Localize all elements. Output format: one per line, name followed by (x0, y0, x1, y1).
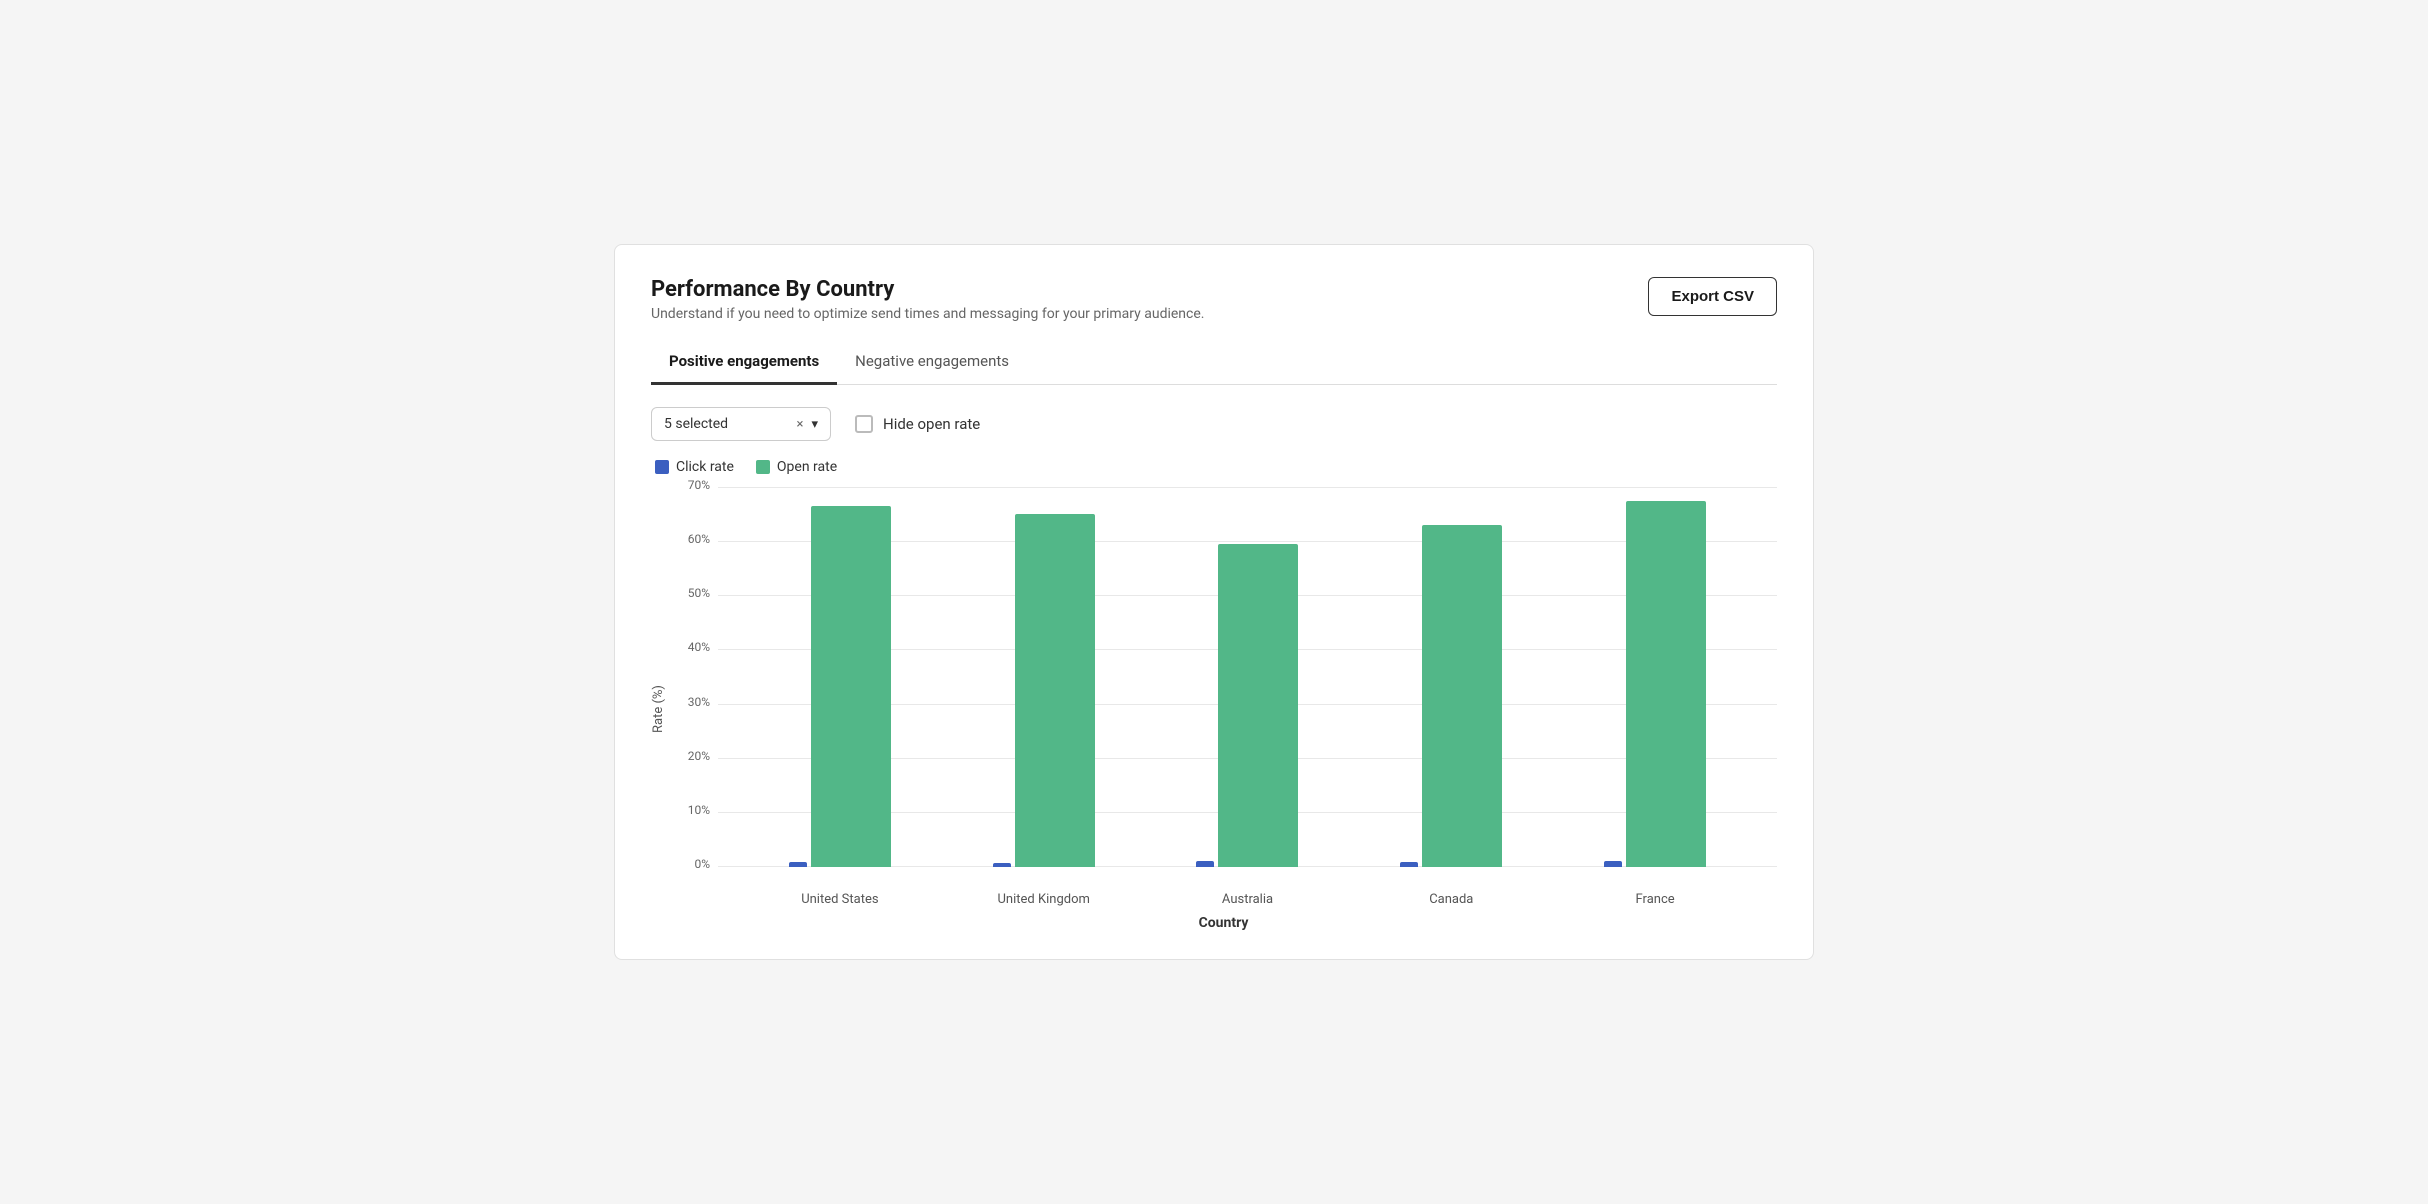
chart-area: Rate (%) 70%60%50%40%30%20%10%0% United … (651, 487, 1777, 931)
y-tick-label: 30% (670, 695, 710, 709)
open-rate-bar (1422, 525, 1502, 867)
bars-area (718, 487, 1777, 867)
y-axis-label: Rate (%) (651, 487, 666, 931)
bar-group (1565, 501, 1745, 867)
open-rate-bar (1218, 544, 1298, 867)
y-tick-label: 70% (670, 478, 710, 492)
y-tick-label: 0% (670, 857, 710, 871)
chart-inner: 70%60%50%40%30%20%10%0% United StatesUni… (670, 487, 1777, 907)
selected-count-text: 5 selected (664, 416, 789, 432)
click-rate-legend-label: Click rate (676, 459, 734, 475)
open-rate-legend-label: Open rate (777, 459, 837, 475)
export-csv-button[interactable]: Export CSV (1648, 277, 1777, 316)
tab-positive-engagements[interactable]: Positive engagements (651, 342, 837, 385)
x-axis-country-label: United Kingdom (954, 892, 1134, 907)
bar-group (750, 506, 930, 867)
open-rate-bar (1626, 501, 1706, 867)
chevron-down-icon[interactable]: ▾ (811, 417, 818, 432)
performance-by-country-card: Performance By Country Understand if you… (614, 244, 1814, 960)
page-subtitle: Understand if you need to optimize send … (651, 306, 1204, 322)
click-rate-bar (1196, 861, 1214, 868)
x-axis-country-label: France (1565, 892, 1745, 907)
y-tick-label: 20% (670, 749, 710, 763)
legend-click-rate: Click rate (655, 459, 734, 475)
click-rate-bar (1604, 861, 1622, 867)
chart-container: 70%60%50%40%30%20%10%0% United StatesUni… (670, 487, 1777, 931)
hide-open-rate-checkbox[interactable] (855, 415, 873, 433)
country-select-dropdown[interactable]: 5 selected × ▾ (651, 407, 831, 441)
y-tick-label: 40% (670, 640, 710, 654)
legend-open-rate: Open rate (756, 459, 837, 475)
chart-legend: Click rate Open rate (655, 459, 1777, 475)
title-block: Performance By Country Understand if you… (651, 277, 1204, 322)
hide-open-rate-text: Hide open rate (883, 415, 980, 433)
page-title: Performance By Country (651, 277, 1204, 302)
click-rate-bar (993, 863, 1011, 867)
bar-group (954, 514, 1134, 867)
x-axis-country-label: Australia (1157, 892, 1337, 907)
x-axis-country-label: Canada (1361, 892, 1541, 907)
header-row: Performance By Country Understand if you… (651, 277, 1777, 322)
open-rate-bar (1015, 514, 1095, 867)
click-rate-bar (1400, 862, 1418, 867)
bar-group (1361, 525, 1541, 867)
click-rate-color-dot (655, 460, 669, 474)
controls-row: 5 selected × ▾ Hide open rate (651, 407, 1777, 441)
x-axis-country-label: United States (750, 892, 930, 907)
clear-selection-icon[interactable]: × (797, 417, 804, 432)
y-tick-label: 60% (670, 532, 710, 546)
y-tick-label: 10% (670, 803, 710, 817)
x-axis-label: Country (670, 915, 1777, 931)
open-rate-bar (811, 506, 891, 867)
tabs-container: Positive engagements Negative engagement… (651, 342, 1777, 385)
tab-negative-engagements[interactable]: Negative engagements (837, 342, 1027, 385)
open-rate-color-dot (756, 460, 770, 474)
click-rate-bar (789, 862, 807, 867)
y-tick-label: 50% (670, 586, 710, 600)
x-labels: United States United Kingdom Australia Cana… (718, 892, 1777, 907)
hide-open-rate-label[interactable]: Hide open rate (855, 415, 980, 433)
bar-group (1157, 544, 1337, 867)
